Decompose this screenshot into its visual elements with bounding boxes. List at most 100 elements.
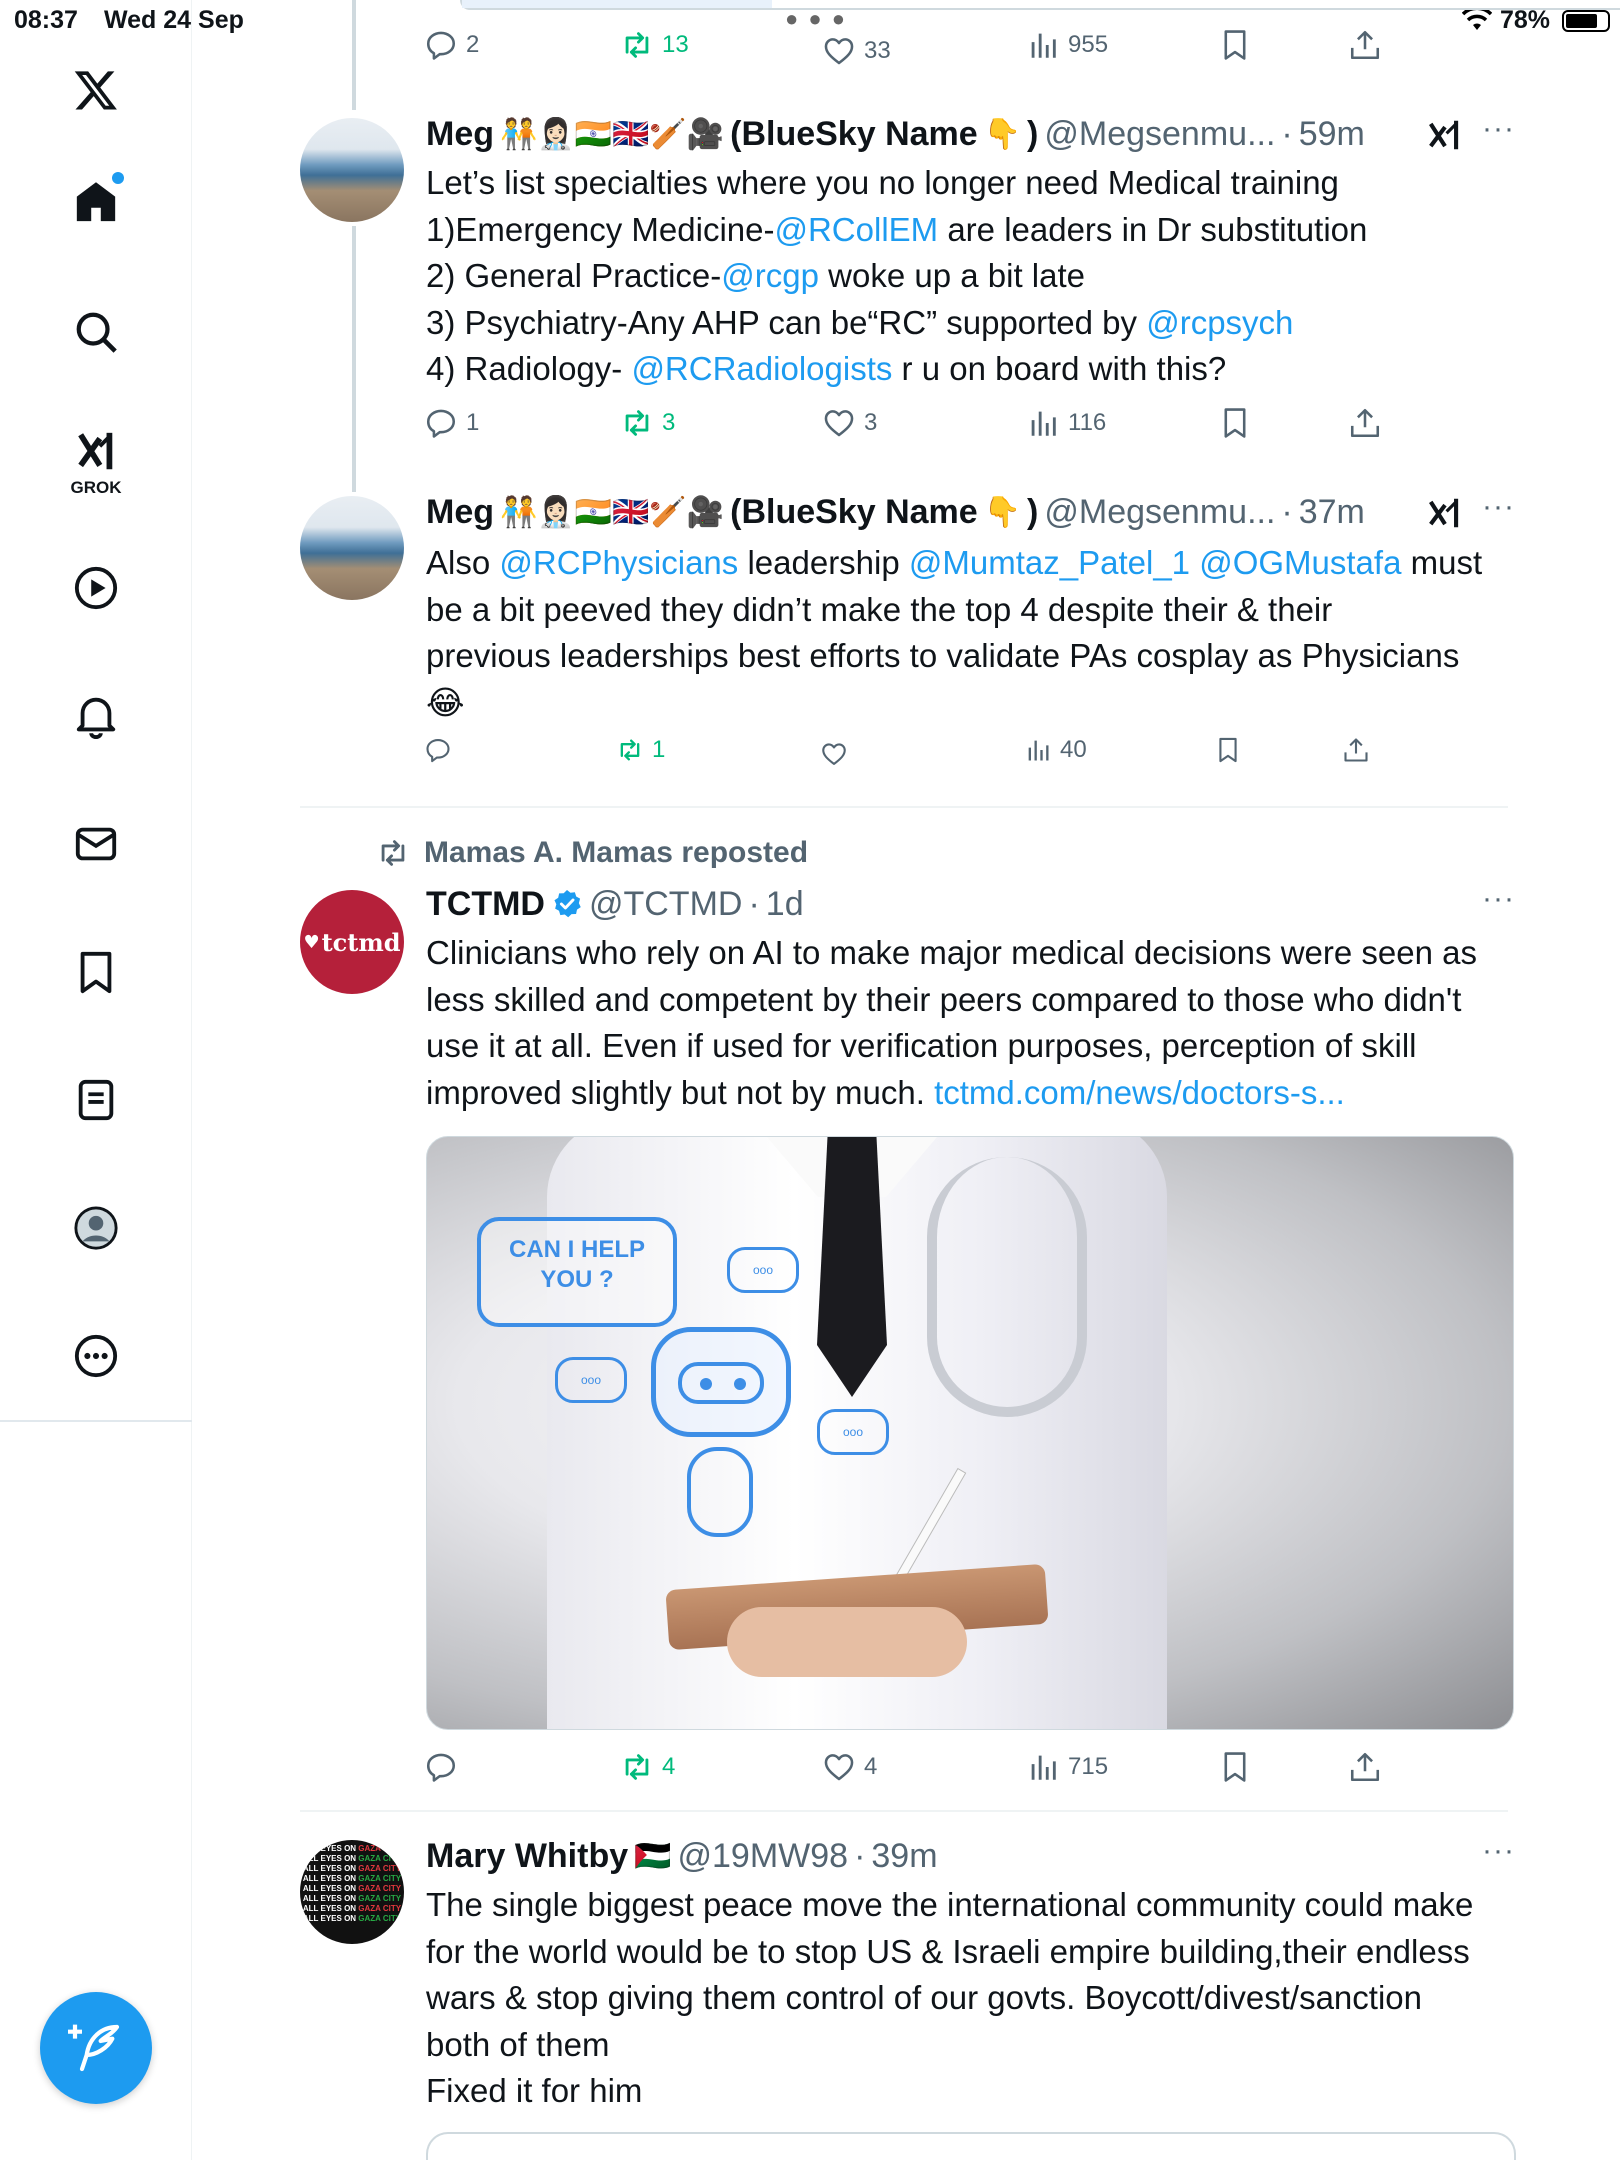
lists-icon[interactable] xyxy=(64,1068,128,1132)
like-button[interactable]: 33 xyxy=(822,34,891,68)
tweet-text-line: Let’s list specialties where you no long… xyxy=(426,160,1506,207)
more-options-icon[interactable]: ··· xyxy=(1482,1834,1515,1868)
tweet-header: Mary Whitby 🇵🇸 @19MW98 · 39m xyxy=(426,1834,938,1878)
like-count: 3 xyxy=(864,409,878,436)
tweet-time[interactable]: 59m xyxy=(1299,115,1365,154)
mention-link[interactable]: @Mumtaz_Patel_1 xyxy=(909,544,1190,581)
mention-link[interactable]: @OGMustafa xyxy=(1199,544,1401,581)
tweet-time[interactable]: 1d xyxy=(766,885,804,924)
author-name[interactable]: Meg xyxy=(426,115,494,154)
tweet-time[interactable]: 37m xyxy=(1299,493,1365,532)
analytics-icon xyxy=(1031,33,1056,58)
reply-icon xyxy=(426,409,456,438)
text-segment: previous leaderships best efforts to val… xyxy=(426,637,1460,674)
bookmark-icon xyxy=(1224,408,1246,438)
reply-button[interactable]: 2 xyxy=(424,28,479,62)
author-name[interactable]: Meg xyxy=(426,493,494,532)
tweet-text-line: 2) General Practice-@rcgp woke up a bit … xyxy=(426,253,1506,300)
bookmark-button[interactable] xyxy=(1218,406,1252,440)
tweet-time[interactable]: 39m xyxy=(871,1837,937,1876)
reply-button[interactable] xyxy=(424,736,460,764)
text-segment: 1)Emergency Medicine- xyxy=(426,210,775,248)
grok-analyze-icon[interactable] xyxy=(1426,116,1464,159)
mention-link[interactable]: @rcpsych xyxy=(1146,304,1293,341)
more-icon[interactable] xyxy=(64,1324,128,1388)
author-emojis: 🧑‍🤝‍🧑👩🏻‍⚕️🇮🇳🇬🇧🏏🎥 xyxy=(500,495,725,529)
author-name-suffix[interactable]: (BlueSky Name xyxy=(730,493,978,532)
share-button[interactable] xyxy=(1348,28,1382,62)
author-name[interactable]: TCTMD xyxy=(426,885,545,924)
thread-line xyxy=(352,0,356,110)
bookmark-button[interactable] xyxy=(1218,28,1252,62)
author-handle[interactable]: @Megsenmu... xyxy=(1044,115,1275,154)
avatar-text-line: ALL EYES ON GAZA CITY xyxy=(302,1904,402,1913)
text-segment: 😂 xyxy=(426,683,465,721)
mention-link[interactable]: @RCPhysicians xyxy=(499,544,738,581)
reply-button[interactable] xyxy=(424,1750,466,1784)
text-segment: both of them xyxy=(426,2025,610,2063)
compose-button[interactable] xyxy=(40,1992,152,2104)
text-segment: The single biggest peace move the intern… xyxy=(426,1886,1474,1923)
reply-icon xyxy=(426,31,456,60)
more-options-icon[interactable]: ··· xyxy=(1482,112,1515,146)
views-button[interactable]: 715 xyxy=(1026,1750,1108,1784)
notifications-icon[interactable] xyxy=(64,684,128,748)
tweet-text: Let’s list specialties where you no long… xyxy=(426,160,1506,393)
x-logo-icon[interactable] xyxy=(64,58,128,122)
repost-button[interactable]: 4 xyxy=(620,1750,675,1784)
profile-icon[interactable] xyxy=(64,1196,128,1260)
share-button[interactable] xyxy=(1348,1750,1382,1784)
share-button[interactable] xyxy=(1342,736,1370,764)
avatar[interactable]: ALL EYES ON GAZA CITY ALL EYES ON GAZA CI… xyxy=(300,1840,404,1944)
author-name-suffix[interactable]: (BlueSky Name xyxy=(730,115,978,154)
next-tweet-card-edge[interactable] xyxy=(426,2132,1516,2160)
tweet-header: Meg 🧑‍🤝‍🧑👩🏻‍⚕️🇮🇳🇬🇧🏏🎥 (BlueSky Name 👇 ) @… xyxy=(426,490,1365,534)
like-button[interactable]: 3 xyxy=(822,406,877,440)
repost-button[interactable]: 3 xyxy=(620,406,675,440)
tweet-media-image[interactable]: CAN I HELP YOU ? ooo ooo ooo xyxy=(426,1136,1514,1730)
author-handle[interactable]: @19MW98 xyxy=(677,1837,848,1876)
avatar[interactable] xyxy=(300,496,404,600)
more-options-icon[interactable]: ··· xyxy=(1482,882,1515,916)
repost-icon xyxy=(620,739,640,761)
author-handle[interactable]: @TCTMD xyxy=(589,885,742,924)
video-icon[interactable] xyxy=(64,556,128,620)
bookmark-button[interactable] xyxy=(1214,736,1242,764)
url-link[interactable]: tctmd.com/news/doctors-s... xyxy=(934,1074,1345,1111)
previous-tweet-media-edge[interactable] xyxy=(460,0,1620,10)
avatar[interactable]: ♥ tctmd xyxy=(300,890,404,994)
share-button[interactable] xyxy=(1348,406,1382,440)
reply-count: 2 xyxy=(466,31,480,58)
views-button[interactable]: 116 xyxy=(1026,406,1106,440)
mention-link[interactable]: @RCRadiologists xyxy=(631,350,892,387)
search-icon[interactable] xyxy=(64,300,128,364)
tweet-header: TCTMD @TCTMD · 1d xyxy=(426,882,804,926)
like-button[interactable] xyxy=(820,740,856,768)
home-icon[interactable] xyxy=(64,170,128,234)
avatar[interactable] xyxy=(300,118,404,222)
bookmark-button[interactable] xyxy=(1218,1750,1252,1784)
tweet-text-line: previous leaderships best efforts to val… xyxy=(426,633,1506,680)
like-button[interactable]: 4 xyxy=(822,1750,877,1784)
repost-button[interactable]: 13 xyxy=(620,28,689,62)
views-button[interactable]: 40 xyxy=(1024,736,1087,764)
repost-button[interactable]: 1 xyxy=(616,736,665,764)
tweet-text-line: Clinicians who rely on AI to make major … xyxy=(426,930,1506,977)
mention-link[interactable]: @RCollEM xyxy=(774,211,938,248)
grok-analyze-icon[interactable] xyxy=(1426,494,1464,537)
messages-icon[interactable] xyxy=(64,812,128,876)
bookmarks-icon[interactable] xyxy=(64,940,128,1004)
views-button[interactable]: 955 xyxy=(1026,28,1108,62)
author-name[interactable]: Mary Whitby xyxy=(426,1837,628,1876)
repost-context[interactable]: Mamas A. Mamas reposted xyxy=(376,836,808,870)
grok-icon[interactable] xyxy=(64,420,128,484)
tweet-text-line: 3) Psychiatry-Any AHP can be“RC” support… xyxy=(426,300,1506,347)
more-options-icon[interactable]: ··· xyxy=(1482,490,1515,524)
mention-link[interactable]: @rcgp xyxy=(721,257,819,294)
author-handle[interactable]: @Megsenmu... xyxy=(1044,493,1275,532)
avatar-text-line: ALL EYES ON GAZA CITY xyxy=(302,1914,402,1923)
reply-button[interactable]: 1 xyxy=(424,406,479,440)
text-segment xyxy=(1190,544,1199,581)
analytics-icon xyxy=(1031,1755,1056,1780)
author-name-close: ) xyxy=(1027,492,1039,531)
